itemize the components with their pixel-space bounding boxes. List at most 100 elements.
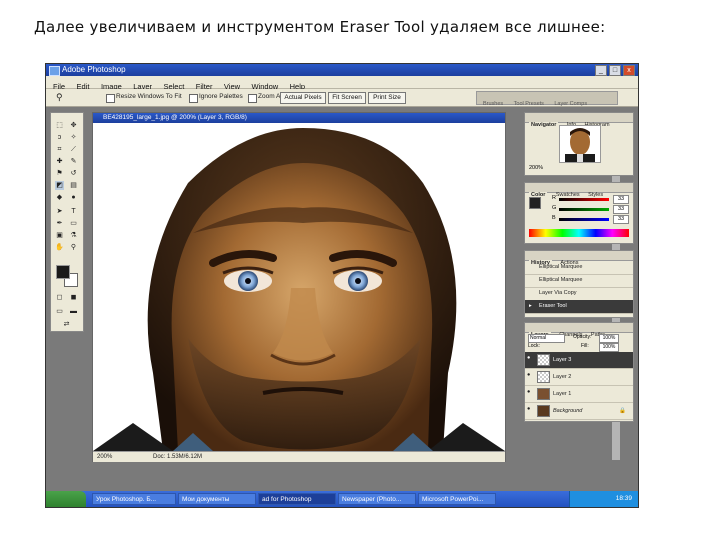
- marquee-tool-icon[interactable]: ⬚: [55, 121, 64, 130]
- palette-well[interactable]: Brushes Tool Presets Layer Comps: [476, 91, 618, 107]
- slide-caption: Далее увеличиваем и инструментом Eraser …: [34, 18, 606, 36]
- eraser-tool-icon[interactable]: ◩: [55, 181, 64, 190]
- palette-well-tool-presets[interactable]: Tool Presets: [514, 101, 544, 107]
- windows-taskbar: Урок Photoshop. Б... Мои документы ad fo…: [46, 491, 638, 507]
- doc-size: Doc: 1.53M/6.12M: [153, 454, 203, 460]
- taskbar-item[interactable]: Мои документы: [178, 493, 256, 505]
- layer-thumbnail: [537, 354, 550, 366]
- green-slider[interactable]: [559, 208, 609, 211]
- print-size-button[interactable]: Print Size: [368, 92, 406, 104]
- fill-field[interactable]: 100%: [599, 343, 619, 352]
- layer-name: Background: [553, 408, 583, 414]
- navigator-thumbnail-image: [565, 128, 595, 162]
- blue-slider[interactable]: [559, 218, 609, 221]
- red-value[interactable]: 33: [613, 195, 629, 204]
- history-item-label: Elliptical Marquee: [539, 277, 583, 283]
- healing-brush-tool-icon[interactable]: ✚: [55, 157, 64, 166]
- blend-mode-select[interactable]: Normal: [528, 334, 565, 343]
- portrait-image: [93, 128, 505, 451]
- app-titlebar: Adobe Photoshop _ □ x: [46, 64, 638, 76]
- history-item[interactable]: Elliptical Marquee: [525, 274, 633, 288]
- tab-navigator[interactable]: Navigator: [529, 122, 559, 128]
- ignore-palettes-checkbox[interactable]: [189, 94, 198, 103]
- system-tray: 18:39: [569, 491, 638, 507]
- maximize-button[interactable]: □: [609, 65, 621, 76]
- eye-icon[interactable]: ●: [527, 403, 530, 416]
- blur-tool-icon[interactable]: ◆: [55, 193, 64, 202]
- zoom-icon[interactable]: ⚲: [56, 92, 63, 103]
- layer-row[interactable]: ● Layer 2: [525, 369, 633, 386]
- document-status-bar: 200% Doc: 1.53M/6.12M: [93, 451, 505, 462]
- layer-row[interactable]: ● Layer 3: [525, 352, 633, 369]
- zoom-level[interactable]: 200%: [97, 452, 112, 462]
- actual-pixels-button[interactable]: Actual Pixels: [280, 92, 326, 104]
- clock: 18:39: [615, 495, 632, 502]
- eye-icon[interactable]: ●: [527, 352, 530, 365]
- path-selection-tool-icon[interactable]: ➤: [55, 207, 64, 216]
- standard-mode-icon[interactable]: ◻: [55, 293, 64, 302]
- history-brush-tool-icon[interactable]: ↺: [69, 169, 78, 178]
- stamp-tool-icon[interactable]: ⚑: [55, 169, 64, 178]
- document-titlebar: BE428195_large_1.jpg @ 200% (Layer 3, RG…: [93, 113, 505, 123]
- history-item-label: Eraser Tool: [539, 303, 567, 309]
- screen-mode-full-icon[interactable]: ▬: [69, 307, 78, 316]
- palette-well-layer-comps[interactable]: Layer Comps: [554, 101, 587, 107]
- layer-row[interactable]: ● Background 🔒: [525, 403, 633, 420]
- options-bar: ⚲ Resize Windows To Fit Ignore Palettes …: [46, 89, 638, 107]
- shape-tool-icon[interactable]: ▭: [69, 219, 78, 228]
- document-title: BE428195_large_1.jpg @ 200% (Layer 3, RG…: [103, 114, 247, 121]
- lock-icon: 🔒: [619, 408, 626, 414]
- notes-tool-icon[interactable]: ▣: [55, 231, 64, 240]
- image-canvas[interactable]: [93, 123, 505, 451]
- layer-name: Layer 2: [553, 374, 572, 380]
- slice-tool-icon[interactable]: ⟋: [69, 145, 78, 154]
- magic-wand-tool-icon[interactable]: ✧: [69, 133, 78, 142]
- blue-value[interactable]: 33: [613, 215, 629, 224]
- brush-tool-icon[interactable]: ✎: [69, 157, 78, 166]
- quick-mask-icon[interactable]: ◼: [69, 293, 78, 302]
- history-item-current[interactable]: ▸ Eraser Tool: [525, 300, 633, 314]
- eye-icon[interactable]: ●: [527, 386, 530, 399]
- gradient-tool-icon[interactable]: ▤: [69, 181, 78, 190]
- photoshop-icon: [49, 66, 60, 76]
- navigator-zoom[interactable]: 200%: [529, 165, 543, 171]
- resize-windows-checkbox[interactable]: [106, 94, 115, 103]
- taskbar-item-active[interactable]: ad for Photoshop: [258, 493, 336, 505]
- history-item-label: Layer Via Copy: [539, 290, 577, 296]
- layer-name: Layer 3: [553, 357, 572, 363]
- history-item[interactable]: Elliptical Marquee: [525, 261, 633, 275]
- type-tool-icon[interactable]: T: [69, 207, 78, 216]
- screen-mode-standard-icon[interactable]: ▭: [55, 307, 64, 316]
- minimize-button[interactable]: _: [595, 65, 607, 76]
- opacity-field[interactable]: 100%: [599, 334, 619, 343]
- green-value[interactable]: 33: [613, 205, 629, 214]
- color-fg-swatch[interactable]: [529, 197, 541, 209]
- pen-tool-icon[interactable]: ✒: [55, 219, 64, 228]
- layer-thumbnail: [537, 371, 550, 383]
- palette-well-brushes[interactable]: Brushes: [483, 101, 503, 107]
- taskbar-item[interactable]: Урок Photoshop. Б...: [92, 493, 176, 505]
- opacity-label: Opacity:: [573, 334, 592, 340]
- foreground-color-swatch[interactable]: [56, 265, 70, 279]
- history-item[interactable]: Layer Via Copy: [525, 287, 633, 301]
- lasso-tool-icon[interactable]: ↄ: [55, 133, 64, 142]
- navigator-thumbnail[interactable]: [559, 125, 601, 163]
- zoom-tool-icon[interactable]: ⚲: [69, 243, 78, 252]
- eye-icon[interactable]: ●: [527, 369, 530, 382]
- zoom-all-windows-checkbox[interactable]: [248, 94, 257, 103]
- imageready-jump-icon[interactable]: ⇄: [62, 320, 71, 329]
- fit-screen-button[interactable]: Fit Screen: [328, 92, 366, 104]
- start-button[interactable]: [46, 491, 86, 507]
- hand-tool-icon[interactable]: ✋: [55, 243, 64, 252]
- eyedropper-tool-icon[interactable]: ⚗: [69, 231, 78, 240]
- red-slider[interactable]: [559, 198, 609, 201]
- move-tool-icon[interactable]: ✥: [69, 121, 78, 130]
- color-spectrum[interactable]: [529, 229, 629, 237]
- taskbar-item[interactable]: Microsoft PowerPoi...: [418, 493, 496, 505]
- crop-tool-icon[interactable]: ⌗: [55, 145, 64, 154]
- close-button[interactable]: x: [623, 65, 635, 76]
- dodge-tool-icon[interactable]: ●: [69, 193, 78, 202]
- layer-row[interactable]: ● Layer 1: [525, 386, 633, 403]
- taskbar-item[interactable]: Newspaper (Photo...: [338, 493, 416, 505]
- history-panel: History Actions Elliptical Marquee Ellip…: [524, 250, 634, 318]
